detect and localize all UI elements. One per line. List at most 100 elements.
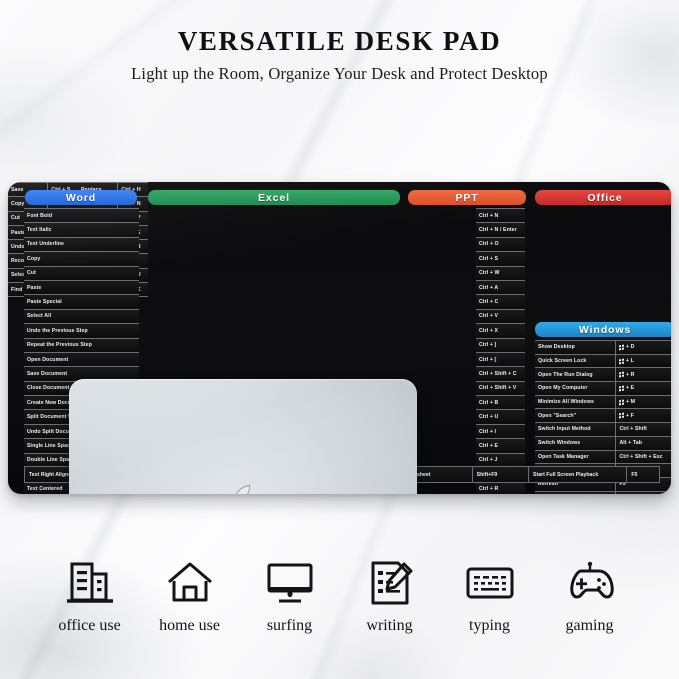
shortcut-label: Paste Special (27, 299, 62, 306)
shortcut-label: Minimize All Windows (538, 399, 594, 406)
shortcut-key: + L (615, 354, 671, 368)
shortcut-label: Text Italic (27, 227, 52, 234)
shortcut-label: Switch Windows (538, 440, 581, 447)
gamepad-icon (564, 558, 616, 608)
shortcut-key: + E (615, 382, 671, 395)
shortcut-label: Quick Screen Lock (538, 358, 587, 365)
table-row: Ctrl + C (476, 295, 525, 310)
shortcut-key: Ctrl + I (479, 428, 497, 435)
feature-label: office use (58, 617, 121, 634)
table-row: Text Italic (24, 223, 139, 238)
shortcut-label: Paste (27, 284, 42, 291)
feature-item: office use (53, 558, 127, 635)
windows-key-icon (619, 371, 625, 378)
shortcut-label: Open My Computer (538, 385, 588, 392)
shortcut-key: Ctrl + E (479, 442, 499, 449)
feature-icon-row: office use home use surfing writing typing ga… (0, 558, 679, 635)
bottom-strip-cell: F5 (626, 466, 661, 483)
shortcut-label: Show Desktop (538, 344, 575, 351)
shortcut-key: + D (615, 341, 671, 354)
table-row: Ctrl + N (476, 208, 525, 224)
table-row: Ctrl + A (476, 280, 525, 296)
table-row: Font Bold (24, 208, 139, 224)
shortcut-key: Ctrl + O (479, 241, 499, 248)
shortcut-label: Cut (27, 270, 36, 277)
section-header-excel: Excel (148, 190, 400, 205)
shortcut-key: Ctrl + N (479, 212, 499, 219)
feature-label: surfing (266, 617, 313, 634)
feature-label: gaming (565, 617, 614, 634)
table-row: Ctrl + E (476, 439, 525, 454)
table-row: Text Underline (24, 237, 139, 253)
feature-label: home use (159, 617, 220, 634)
table-row: Open My Computer + E (535, 382, 671, 396)
shortcut-key: Ctrl + Shift + V (479, 385, 517, 392)
shortcut-key-text: + R (625, 371, 635, 378)
table-row: Ctrl + V (476, 309, 525, 325)
table-row: Open Document (24, 352, 139, 368)
table-row: Full ScreenF11 (535, 491, 671, 494)
table-row: Show Desktop + D (535, 340, 671, 355)
table-row: Ctrl + [ (476, 352, 525, 368)
shortcut-key: Ctrl + S (479, 255, 499, 262)
shortcut-key-text: + D (625, 344, 635, 351)
bottom-strip-cell: Start Full Screen Playback (528, 466, 627, 483)
shortcut-key: Ctrl + Shift + Esc (615, 450, 671, 464)
table-row: Ctrl + Shift + V (476, 381, 525, 397)
shortcut-label: Text Underline (27, 241, 65, 248)
office-building-icon (64, 558, 116, 608)
shortcut-key: Alt + Tab (615, 436, 671, 450)
table-row: Paste (24, 280, 139, 296)
table-row: Ctrl + R (476, 482, 525, 494)
shortcut-key: Ctrl + V (479, 313, 499, 320)
shortcut-label: Open The Run Dialog (538, 371, 593, 378)
shortcut-key-text: + E (625, 385, 635, 392)
shortcut-key: Ctrl + B (479, 399, 499, 406)
table-row: Ctrl + ] (476, 338, 525, 353)
table-row: Paste Special (24, 295, 139, 310)
windows-key-icon (619, 344, 625, 351)
shortcut-key-text: + L (625, 358, 634, 365)
apple-logo-icon (235, 484, 250, 494)
shortcut-key: F11 (615, 491, 671, 494)
section-header-windows: Windows (535, 322, 671, 337)
shortcut-key-text: + M (625, 399, 636, 406)
table-row: Ctrl + S (476, 252, 525, 267)
table-row: Open "Search" + F (535, 409, 671, 424)
table-row: Minimize All Windows + M (535, 395, 671, 410)
table-row: Switch Windows Alt + Tab (535, 436, 671, 451)
page-title: VERSATILE DESK PAD (177, 26, 502, 56)
table-row: Repeat the Previous Step (24, 338, 139, 353)
feature-item: typing (453, 558, 527, 635)
table-row: Ctrl + Shift + C (476, 367, 525, 382)
shortcut-label: Repeat the Previous Step (27, 342, 92, 349)
shortcut-label: Select All (27, 313, 52, 320)
shortcut-label: Undo the Previous Step (27, 327, 88, 334)
table-row: Undo the Previous Step (24, 324, 139, 339)
table-row: Ctrl + X (476, 324, 525, 339)
table-row: Switch Input Method Ctrl + Shift (535, 423, 671, 437)
windows-key-icon (619, 385, 625, 392)
shortcut-key: Ctrl + N / Enter (479, 227, 517, 234)
table-row: Ctrl + N / Enter (476, 223, 525, 238)
table-row: Select All (24, 309, 139, 325)
shortcut-key: Ctrl + ] (479, 342, 497, 349)
table-row: Open The Run Dialog + R (535, 368, 671, 383)
feature-item: surfing (253, 558, 327, 635)
table-row: Quick Screen Lock + L (535, 354, 671, 369)
feature-item: home use (153, 558, 227, 635)
table-row: Ctrl + U (476, 410, 525, 425)
shortcut-label: Switch Input Method (538, 426, 591, 433)
shortcut-label: Open Task Manager (538, 453, 589, 460)
notepad-pen-icon (364, 558, 416, 608)
shortcut-key-text: + F (625, 412, 634, 419)
excel-shortcut-keys: Ctrl + N Ctrl + N / Enter Ctrl + O Ctrl + S… (476, 208, 525, 494)
monitor-icon (264, 558, 316, 608)
shortcut-key: Ctrl + W (479, 270, 500, 277)
shortcut-label: Open Document (27, 356, 69, 363)
feature-label: typing (469, 617, 510, 634)
shortcut-key: + M (615, 395, 671, 409)
table-row: Ctrl + O (476, 237, 525, 253)
section-header-word: Word (25, 190, 137, 205)
shortcut-key: Ctrl + U (479, 414, 499, 421)
